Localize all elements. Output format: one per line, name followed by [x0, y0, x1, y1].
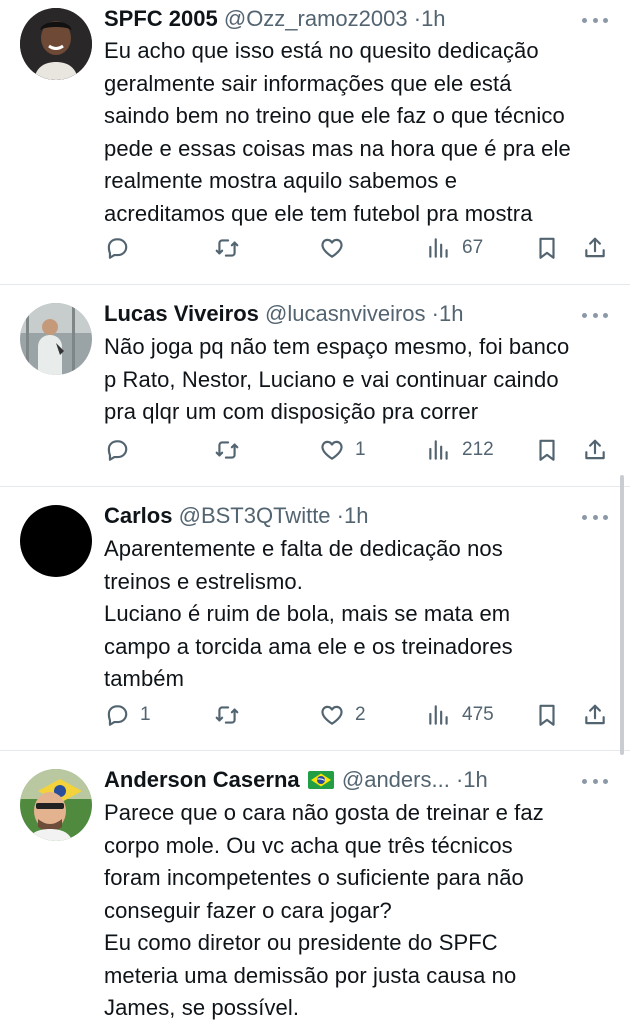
- user-handle[interactable]: @anders...: [342, 767, 450, 792]
- views-button[interactable]: 67: [426, 231, 483, 265]
- tweet-actions: 1 2 475: [104, 698, 614, 732]
- views-icon: [426, 235, 452, 261]
- retweet-button[interactable]: [214, 231, 250, 265]
- tweet[interactable]: Anderson Caserna @anders... ·1h Parece q…: [0, 751, 630, 1024]
- like-button[interactable]: 1: [319, 433, 366, 467]
- user-handle[interactable]: @Ozz_ramoz2003: [224, 6, 408, 31]
- more-options-icon[interactable]: [582, 505, 608, 529]
- timestamp[interactable]: 1h: [421, 6, 445, 31]
- share-button[interactable]: [582, 433, 608, 467]
- avatar[interactable]: [20, 303, 92, 375]
- separator-dot: ·: [431, 301, 439, 326]
- tweet-actions: 1 212: [104, 433, 614, 467]
- tweet-header: Carlos @BST3QTwitte ·1h: [104, 501, 570, 531]
- reply-icon: [104, 437, 130, 463]
- separator-dot: ·: [413, 6, 422, 31]
- like-count: 1: [355, 439, 366, 460]
- views-button[interactable]: 475: [426, 698, 494, 732]
- share-icon: [582, 235, 608, 261]
- retweet-button[interactable]: [214, 433, 250, 467]
- avatar-image: [20, 303, 92, 375]
- view-count: 212: [462, 439, 494, 460]
- scrollbar[interactable]: [620, 475, 624, 755]
- views-button[interactable]: 212: [426, 433, 494, 467]
- bookmark-icon: [534, 702, 560, 728]
- avatar[interactable]: [20, 505, 92, 577]
- user-handle[interactable]: @lucasnviveiros: [265, 301, 426, 326]
- display-name[interactable]: Carlos: [104, 503, 172, 528]
- reply-button[interactable]: 1: [104, 698, 151, 732]
- share-icon: [582, 702, 608, 728]
- retweet-button[interactable]: [214, 698, 250, 732]
- tweet[interactable]: Lucas Viveiros @lucasnviveiros ·1h Não j…: [0, 285, 630, 485]
- more-options-icon[interactable]: [582, 8, 608, 32]
- heart-icon: [319, 702, 345, 728]
- timestamp[interactable]: 1h: [439, 301, 463, 326]
- share-button[interactable]: [582, 698, 608, 732]
- more-options-icon[interactable]: [582, 303, 608, 327]
- views-icon: [426, 702, 452, 728]
- timestamp[interactable]: 1h: [463, 767, 487, 792]
- tweet-text: Não joga pq não tem espaço mesmo, foi ba…: [104, 334, 570, 424]
- bookmark-button[interactable]: [534, 231, 560, 265]
- tweet-actions: 67: [104, 231, 614, 265]
- separator-dot: ·: [336, 503, 344, 528]
- avatar-image: [20, 769, 92, 841]
- bookmark-button[interactable]: [534, 698, 560, 732]
- share-button[interactable]: [582, 231, 608, 265]
- reply-button[interactable]: [104, 433, 140, 467]
- share-icon: [582, 437, 608, 463]
- display-name[interactable]: SPFC 2005: [104, 6, 218, 31]
- avatar-image: [20, 8, 92, 80]
- tweet-header: SPFC 2005 @Ozz_ramoz2003 ·1h: [104, 4, 570, 34]
- heart-icon: [319, 437, 345, 463]
- bookmark-button[interactable]: [534, 433, 560, 467]
- view-count: 475: [462, 704, 494, 725]
- more-options-icon[interactable]: [582, 769, 608, 793]
- tweet-text: Eu acho que isso está no quesito dedicaç…: [104, 38, 571, 226]
- like-button[interactable]: 2: [319, 698, 366, 732]
- tweet-header: Anderson Caserna @anders... ·1h: [104, 765, 570, 795]
- tweet-text: Aparentemente e falta de dedicação nos t…: [104, 536, 513, 691]
- like-count: 2: [355, 704, 366, 725]
- tweet[interactable]: Carlos @BST3QTwitte ·1h Aparentemente e …: [0, 487, 630, 750]
- reply-icon: [104, 235, 130, 261]
- like-button[interactable]: [319, 231, 355, 265]
- display-name[interactable]: Anderson Caserna: [104, 767, 300, 792]
- tweet[interactable]: SPFC 2005 @Ozz_ramoz2003 ·1h Eu acho que…: [0, 0, 630, 284]
- tweet-header: Lucas Viveiros @lucasnviveiros ·1h: [104, 299, 570, 329]
- view-count: 67: [462, 237, 484, 258]
- reply-icon: [104, 702, 130, 728]
- avatar[interactable]: [20, 769, 92, 841]
- bookmark-icon: [534, 235, 560, 261]
- display-name[interactable]: Lucas Viveiros: [104, 301, 259, 326]
- brazil-flag-icon: [307, 771, 334, 789]
- retweet-icon: [214, 702, 240, 728]
- tweet-text: Parece que o cara não gosta de treinar e…: [104, 800, 544, 1020]
- bookmark-icon: [534, 437, 560, 463]
- retweet-icon: [214, 235, 240, 261]
- reply-button[interactable]: [104, 231, 140, 265]
- retweet-icon: [214, 437, 240, 463]
- heart-icon: [319, 235, 345, 261]
- views-icon: [426, 437, 452, 463]
- user-handle[interactable]: @BST3QTwitte: [179, 503, 331, 528]
- avatar[interactable]: [20, 8, 92, 80]
- timestamp[interactable]: 1h: [344, 503, 368, 528]
- reply-count: 1: [140, 704, 151, 725]
